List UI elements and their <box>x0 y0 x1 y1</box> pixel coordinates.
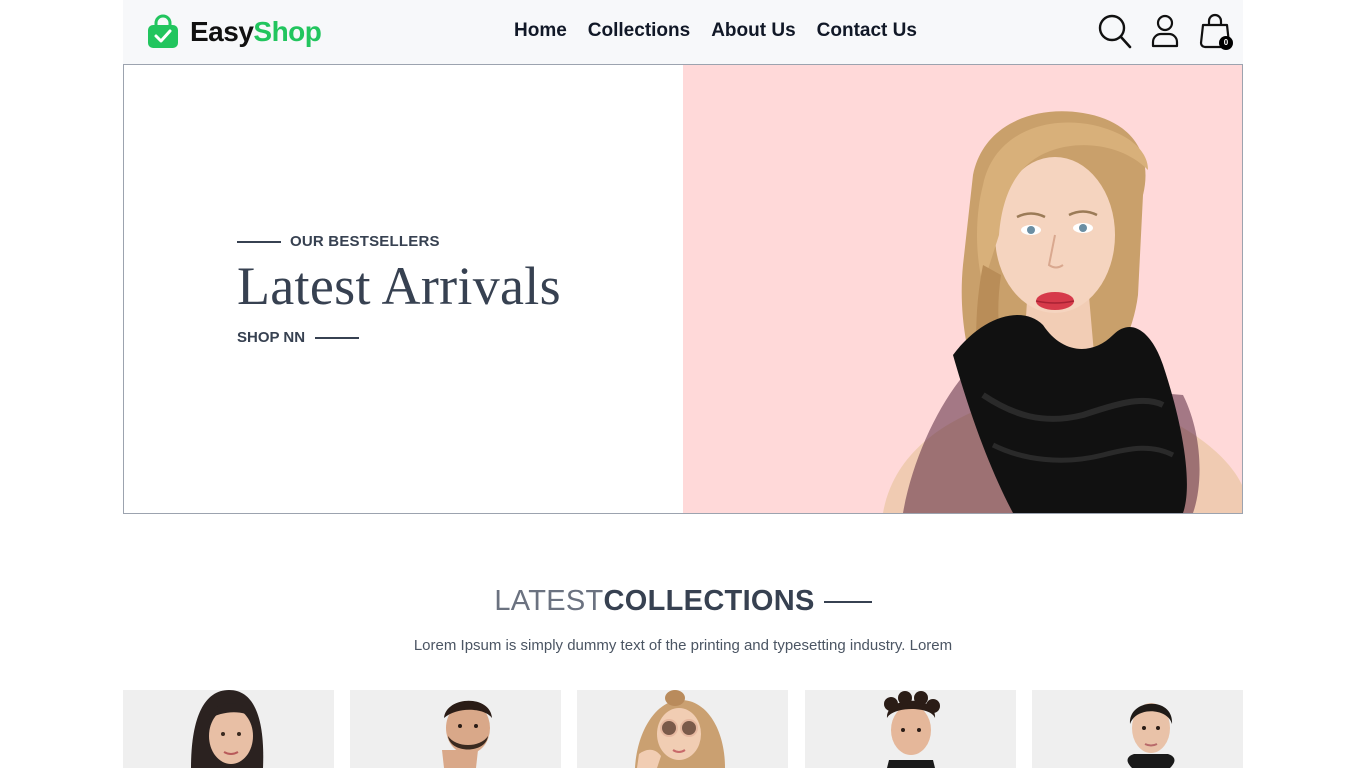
cta-divider <box>315 336 360 339</box>
nav-collections[interactable]: Collections <box>588 20 690 42</box>
nav-home[interactable]: Home <box>514 20 567 42</box>
shopping-bag-check-icon <box>148 14 178 48</box>
product-card[interactable] <box>805 690 1016 768</box>
collections-heading-inner: LATEST COLLECTIONS <box>494 585 872 618</box>
kicker-divider <box>237 240 281 243</box>
product-card[interactable] <box>350 690 561 768</box>
hero-model-photo <box>683 65 1242 513</box>
product-image <box>577 690 788 768</box>
search-icon[interactable] <box>1097 12 1133 50</box>
brand-shop: Shop <box>253 16 322 47</box>
product-image <box>1032 690 1243 768</box>
hero-kicker: OUR BESTSELLERS <box>237 233 440 250</box>
brand-name: EasyShop <box>190 16 322 48</box>
brand-easy: Easy <box>190 16 254 47</box>
hero-banner: OUR BESTSELLERS Latest Arrivals SHOP NN <box>123 64 1243 514</box>
cart-button[interactable]: 0 <box>1197 12 1233 50</box>
kicker-text: OUR BESTSELLERS <box>290 233 440 250</box>
product-card[interactable] <box>123 690 334 768</box>
nav-icons: 0 <box>1097 12 1233 50</box>
main-nav: Home Collections About Us Contact Us <box>514 20 917 42</box>
collections-subtitle: Lorem Ipsum is simply dummy text of the … <box>413 637 953 654</box>
nav-about-us[interactable]: About Us <box>711 20 795 42</box>
collections-title-bold: COLLECTIONS <box>603 585 815 617</box>
product-card[interactable] <box>1032 690 1243 768</box>
logo[interactable]: EasyShop <box>145 14 322 50</box>
shop-now-link[interactable]: SHOP NN <box>237 329 360 346</box>
collections-title-light: LATEST <box>494 585 604 617</box>
product-grid <box>123 690 1243 768</box>
product-image <box>805 690 1016 768</box>
collections-title-divider <box>823 600 872 603</box>
nav-contact-us[interactable]: Contact Us <box>817 20 917 42</box>
shop-now-label: SHOP NN <box>237 329 306 346</box>
product-card[interactable] <box>577 690 788 768</box>
cart-count-badge: 0 <box>1219 36 1233 50</box>
hero-image-panel <box>683 65 1242 513</box>
hero-title: Latest Arrivals <box>237 256 561 316</box>
navbar: EasyShop Home Collections About Us Conta… <box>123 0 1243 64</box>
collections-heading: LATEST COLLECTIONS <box>0 585 1366 618</box>
product-image <box>350 690 561 768</box>
hero-text-panel: OUR BESTSELLERS Latest Arrivals SHOP NN <box>124 65 683 513</box>
user-icon[interactable] <box>1147 12 1183 50</box>
product-image <box>123 690 334 768</box>
